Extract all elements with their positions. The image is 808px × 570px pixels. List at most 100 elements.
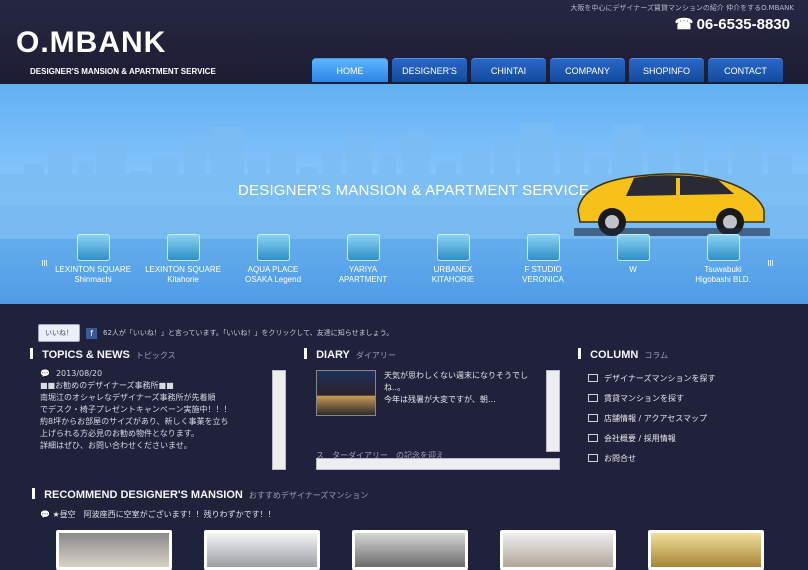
folder-icon <box>76 234 110 261</box>
recommend-thumbnails <box>56 530 764 570</box>
property-item[interactable]: LEXINTON SQUARE Shinmachi <box>48 234 138 285</box>
column-title: COLUMN コラム <box>578 348 668 361</box>
column-link[interactable]: 会社概要 / 採用情報 <box>588 428 788 448</box>
nav-chintai[interactable]: CHINTAI <box>471 58 546 82</box>
property-name: LEXINTON SQUARE <box>55 265 131 274</box>
column-link[interactable]: 賃貸マンションを探す <box>588 388 788 408</box>
site-header: 大阪を中心にデザイナーズ賃貸マンションの紹介 仲介をするO.MBANK ☎ 06… <box>0 0 808 84</box>
topics-scrollbar[interactable] <box>272 370 286 470</box>
column-link[interactable]: お問合せ <box>588 448 788 468</box>
property-area: Higobashi BLD. <box>695 275 751 284</box>
topic-line: 南堀江のオシャレなデザイナーズ事務所が先着順 <box>40 393 216 402</box>
column-link[interactable]: 店舗情報 / アクアセスマップ <box>588 408 788 428</box>
diary-scrollbar-vertical[interactable] <box>546 370 560 452</box>
property-thumbnail[interactable] <box>500 530 616 570</box>
folder-icon <box>256 234 290 261</box>
diary-line: 天気が思わしくない週末になりそうでし <box>384 371 528 380</box>
recommend-notice-text: ★昼空 阿波座西に空室がございます！！残りわずかです！！ <box>52 510 276 519</box>
topics-panel: 💬 2013/08/20 ■■お勧めのデザイナーズ事務所■■ 南堀江のオシャレな… <box>40 368 288 472</box>
site-tagline: 大阪を中心にデザイナーズ賃貸マンションの紹介 仲介をするO.MBANK <box>570 4 794 12</box>
property-name: AQUA PLACE <box>247 265 299 274</box>
property-thumbnail[interactable] <box>648 530 764 570</box>
diary-panel: 天気が思わしくない週末になりそうでし ね..。 今年は残暑が大変ですが、朝… ス… <box>314 368 560 472</box>
speech-bubble-icon: 💬 <box>40 369 50 378</box>
column-link-label: お問合せ <box>604 453 636 463</box>
phone-text: 06-6535-8830 <box>696 16 790 33</box>
property-thumbnail[interactable] <box>352 530 468 570</box>
nav-contact[interactable]: CONTACT <box>708 58 783 82</box>
document-icon <box>588 394 598 402</box>
recommend-notice: 💬 ★昼空 阿波座西に空室がございます！！残りわずかです！！ <box>40 509 276 520</box>
diary-scrollbar-horizontal[interactable] <box>316 458 560 470</box>
logo-subtitle: DESIGNER'S MANSION & APARTMENT SERVICE <box>30 67 216 76</box>
hero-title: DESIGNER'S MANSION & APARTMENT SERVICE <box>238 182 590 199</box>
column-subtitle: コラム <box>644 351 669 360</box>
facebook-like-bar: いいね！ f 62人が「いいね！」と言っています。「いいね！」をクリックして、友… <box>38 324 393 342</box>
yellow-car-image <box>574 173 770 236</box>
topic-line: 上げられる方必見のお勧め物件となります。 <box>40 429 199 438</box>
diary-line: 今年は残暑が大変ですが、朝… <box>384 395 496 404</box>
property-item[interactable]: URBANEX KITAHORIE <box>408 234 498 285</box>
topic-line: ■■お勧めのデザイナーズ事務所■■ <box>40 381 174 390</box>
like-count-text: 62人が「いいね！」と言っています。「いいね！」をクリックして、友達に知らせまし… <box>103 329 394 337</box>
hero-banner: DESIGNER'S MANSION & APARTMENT SERVICE L… <box>0 84 808 304</box>
property-carousel: LEXINTON SQUARE Shinmachi LEXINTON SQUAR… <box>48 234 768 285</box>
diary-thumbnail[interactable] <box>316 370 376 416</box>
slider-right-handle[interactable] <box>768 260 774 266</box>
speech-bubble-icon: 💬 <box>40 510 50 519</box>
recommend-title: RECOMMEND DESIGNER'S MANSION おすすめデザイナーズマン… <box>32 488 368 501</box>
document-icon <box>588 434 598 442</box>
logo[interactable]: O.MBANK <box>16 26 166 60</box>
phone-number[interactable]: ☎ 06-6535-8830 <box>675 16 790 33</box>
property-area: APARTMENT <box>338 275 388 284</box>
property-name: LEXINTON SQUARE <box>145 265 221 274</box>
nav-company[interactable]: COMPANY <box>550 58 625 82</box>
document-icon <box>588 454 598 462</box>
property-thumbnail[interactable] <box>204 530 320 570</box>
property-item[interactable]: LEXINTON SQUARE Kitahorie <box>138 234 228 285</box>
column-link-label: 会社概要 / 採用情報 <box>604 433 676 443</box>
topic-date: 2013/08/20 <box>55 369 103 378</box>
recommend-subtitle: おすすめデザイナーズマンション <box>248 491 369 500</box>
folder-icon <box>616 234 650 261</box>
property-area: Kitahorie <box>167 275 199 284</box>
diary-line: ね..。 <box>384 383 406 392</box>
property-item[interactable]: YARIYA APARTMENT <box>318 234 408 285</box>
folder-icon <box>526 234 560 261</box>
property-thumbnail[interactable] <box>56 530 172 570</box>
like-button[interactable]: いいね！ <box>38 324 80 342</box>
property-area: KITAHORIE <box>431 275 475 284</box>
property-name: F STUDIO <box>524 265 562 274</box>
property-area: VERONICA <box>522 275 564 284</box>
property-name: YARIYA <box>348 265 378 274</box>
folder-icon <box>706 234 740 261</box>
phone-icon: ☎ <box>674 16 694 33</box>
document-icon <box>588 374 598 382</box>
property-name: Tsuwabuki <box>704 265 742 274</box>
diary-title-text: DIARY <box>316 349 350 361</box>
nav-home[interactable]: HOME <box>312 58 388 82</box>
column-title-text: COLUMN <box>590 349 639 361</box>
column-links: デザイナーズマンションを探す 賃貸マンションを探す 店舗情報 / アクアセスマッ… <box>588 368 788 468</box>
property-name: URBANEX <box>433 265 473 274</box>
property-item[interactable]: W <box>588 234 678 285</box>
property-item[interactable]: Tsuwabuki Higobashi BLD. <box>678 234 768 285</box>
column-link-label: 賃貸マンションを探す <box>604 393 684 403</box>
property-item[interactable]: F STUDIO VERONICA <box>498 234 588 285</box>
topic-line: 約8坪からお部屋のサイズがあり、新しく事業を立ち <box>40 417 229 426</box>
diary-subtitle: ダイアリー <box>355 351 396 360</box>
main-navigation: HOME DESIGNER'S CHINTAI COMPANY SHOPINFO… <box>312 58 783 82</box>
diary-title: DIARY ダイアリー <box>304 348 396 361</box>
nav-shopinfo[interactable]: SHOPINFO <box>629 58 704 82</box>
folder-icon <box>346 234 380 261</box>
topics-title-text: TOPICS & NEWS <box>42 349 130 361</box>
property-name: W <box>629 265 637 274</box>
column-link-label: デザイナーズマンションを探す <box>604 373 716 383</box>
recommend-title-text: RECOMMEND DESIGNER'S MANSION <box>44 489 243 501</box>
facebook-icon[interactable]: f <box>86 327 97 339</box>
property-item[interactable]: AQUA PLACE OSAKA Legend <box>228 234 318 285</box>
nav-designers[interactable]: DESIGNER'S <box>392 58 467 82</box>
column-link[interactable]: デザイナーズマンションを探す <box>588 368 788 388</box>
document-icon <box>588 414 598 422</box>
folder-icon <box>166 234 200 261</box>
